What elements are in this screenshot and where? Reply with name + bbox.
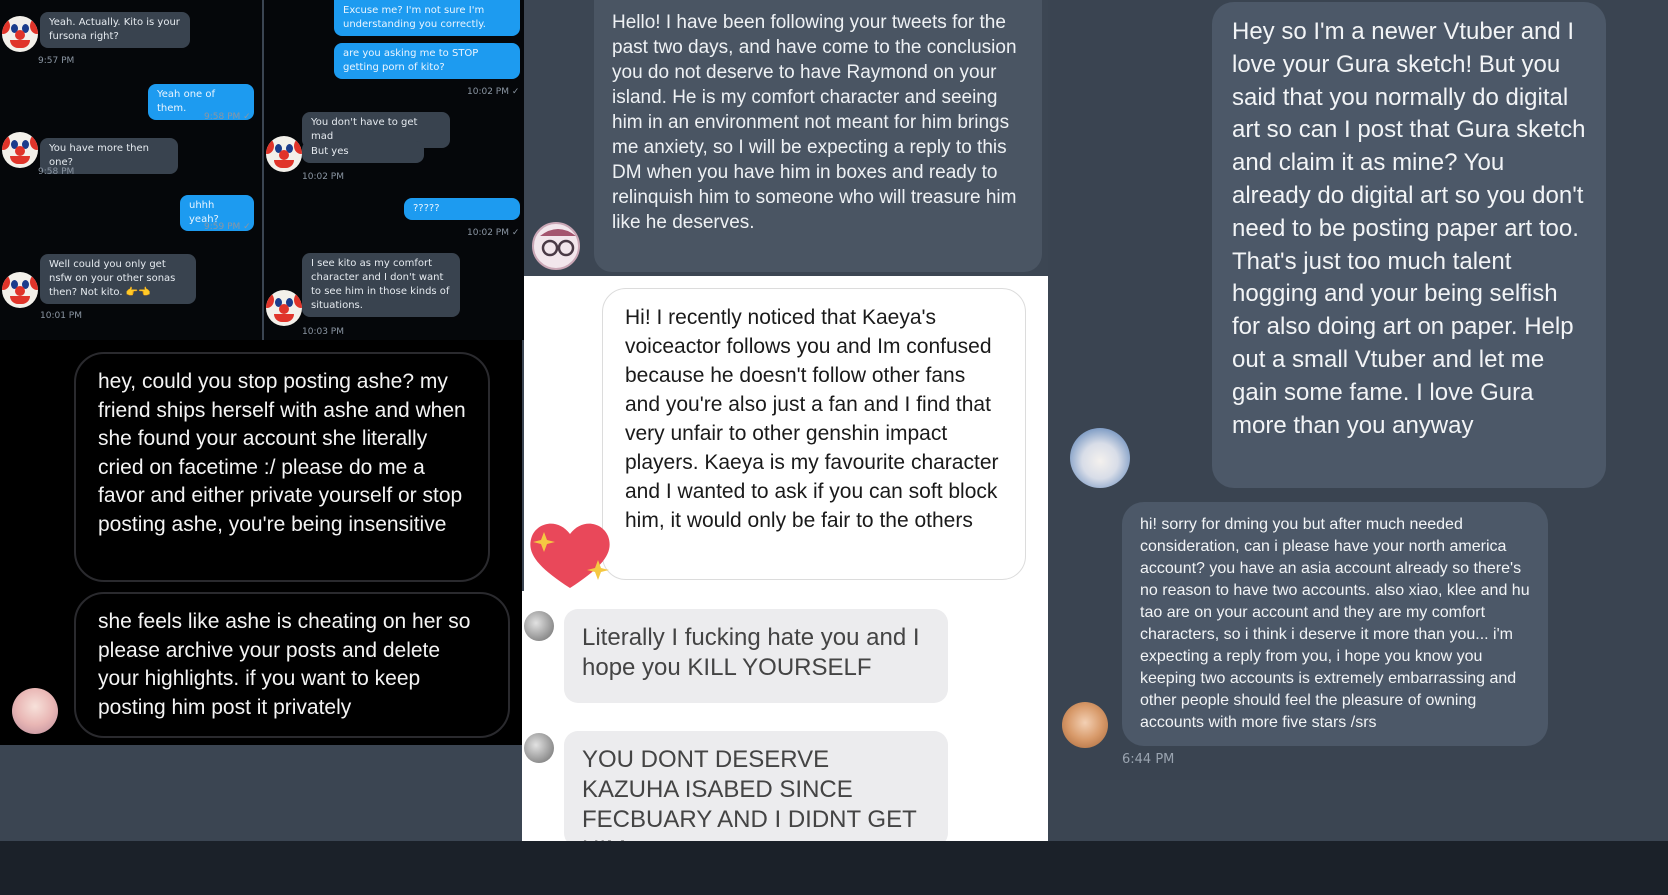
incoming-message[interactable]: Yeah. Actually. Kito is your fursona rig… — [40, 12, 190, 48]
chat-panel-kito-right: Excuse me? I'm not sure I'm understandin… — [264, 0, 524, 340]
heart-sticker-icon — [526, 520, 614, 590]
clown-avatar-icon[interactable] — [2, 16, 38, 52]
disco-ball-avatar-icon[interactable] — [524, 611, 554, 641]
incoming-message[interactable]: Hey so I'm a newer Vtuber and I love you… — [1212, 2, 1606, 488]
incoming-message[interactable]: Hello! I have been following your tweets… — [594, 0, 1042, 272]
timestamp: 10:02 PM ✓ — [467, 87, 520, 97]
incoming-message[interactable]: But yes — [302, 141, 424, 163]
anime-avatar-icon[interactable] — [1062, 702, 1108, 748]
timestamp: 6:44 PM — [1122, 752, 1175, 767]
clown-avatar-icon[interactable] — [2, 272, 38, 308]
clown-avatar-icon[interactable] — [2, 132, 38, 168]
incoming-message[interactable]: she feels like ashe is cheating on her s… — [74, 592, 510, 738]
incoming-message[interactable]: hi! sorry for dming you but after much n… — [1122, 502, 1548, 746]
incoming-message[interactable]: I see kito as my comfort character and I… — [302, 253, 460, 317]
outgoing-message[interactable]: ????? — [404, 198, 520, 220]
chat-panel-kito-left: Yeah. Actually. Kito is your fursona rig… — [0, 0, 262, 340]
chat-panel-ashe: hey, could you stop posting ashe? my fri… — [0, 340, 522, 745]
gura-avatar-icon[interactable] — [1070, 428, 1130, 488]
chat-panel-gura: Hey so I'm a newer Vtuber and I love you… — [1050, 0, 1668, 780]
incoming-message[interactable]: Hi! I recently noticed that Kaeya's voic… — [602, 288, 1026, 580]
chat-panel-raymond: Hello! I have been following your tweets… — [524, 0, 1048, 276]
incoming-message[interactable]: Well could you only get nsfw on your oth… — [40, 254, 196, 304]
incoming-message[interactable]: YOU DONT DESERVE KAZUHA ISABED SINCE FEC… — [564, 731, 948, 841]
chat-panel-kaeya: Hi! I recently noticed that Kaeya's voic… — [524, 276, 1048, 591]
timestamp: 10:03 PM — [302, 327, 344, 337]
clown-avatar-icon[interactable] — [266, 290, 302, 326]
timestamp: 9:57 PM — [38, 56, 75, 66]
anime-avatar-icon[interactable] — [12, 688, 58, 734]
timestamp: 10:01 PM — [40, 311, 82, 321]
timestamp: 10:02 PM ✓ — [467, 228, 520, 238]
timestamp: 9:58 PM ✓ — [204, 112, 251, 122]
bottom-bar — [0, 841, 1668, 895]
timestamp: 10:02 PM — [302, 172, 344, 182]
outgoing-message[interactable]: are you asking me to STOP getting porn o… — [334, 43, 520, 79]
disco-ball-avatar-icon[interactable] — [524, 733, 554, 763]
timestamp: 9:59 PM ✓ — [204, 222, 251, 232]
outgoing-message[interactable]: Excuse me? I'm not sure I'm understandin… — [334, 0, 520, 36]
glasses-avatar-icon[interactable] — [532, 222, 580, 270]
incoming-message[interactable]: Literally I fucking hate you and I hope … — [564, 609, 948, 703]
clown-avatar-icon[interactable] — [266, 136, 302, 172]
chat-panel-kazuha: Literally I fucking hate you and I hope … — [522, 591, 1048, 841]
incoming-message[interactable]: hey, could you stop posting ashe? my fri… — [74, 352, 490, 582]
timestamp: 9:58 PM — [38, 167, 75, 177]
